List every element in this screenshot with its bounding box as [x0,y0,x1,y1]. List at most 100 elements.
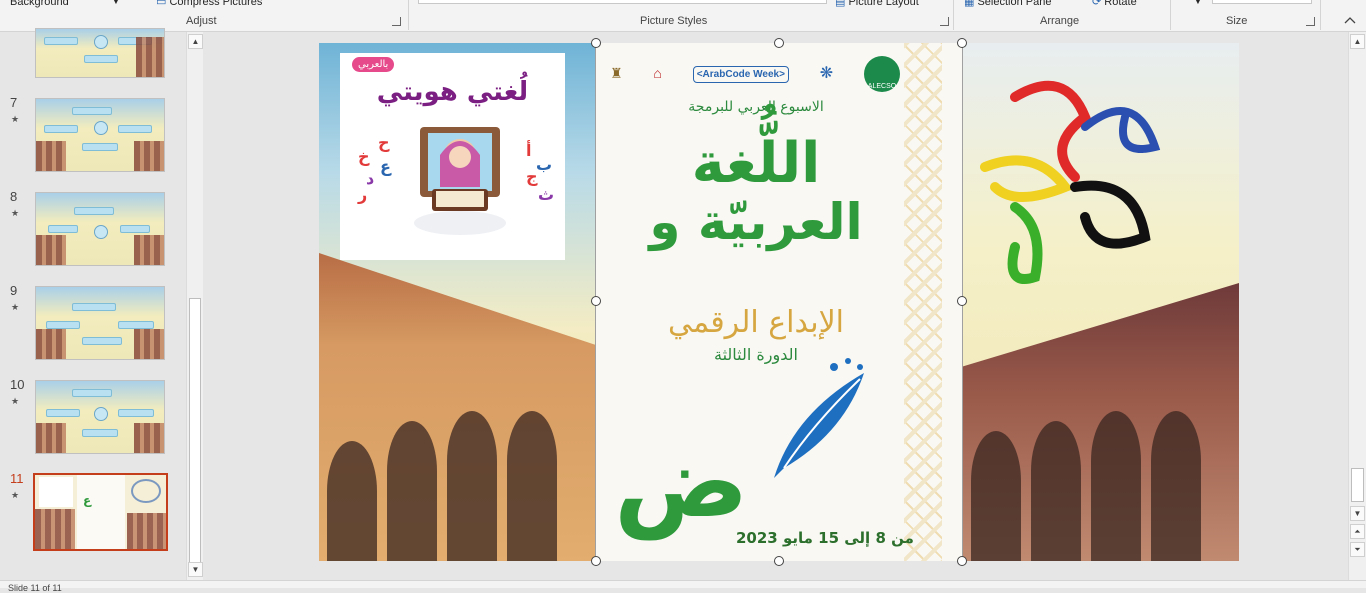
slide-thumbnail-6[interactable] [35,28,165,78]
ministry-logo-icon: ♜ [610,65,623,82]
slide-number: 8 [10,189,18,204]
resize-handle-bottom[interactable] [774,556,784,566]
letter-ba: ب [536,155,553,174]
selection-pane-button[interactable]: ▦ Selection Pane [964,0,1051,8]
thumb-arches [134,329,164,359]
letter-kha: خ [358,147,370,166]
picture-layout-button[interactable]: ▤ Picture Layout [835,0,919,8]
thumb-box [118,125,152,133]
slide-thumbnail-panel: 7 ★ 8 ★ 9 ★ 10 ★ 11 ★ ع [0,28,205,580]
width-input[interactable] [1212,0,1312,4]
animation-star-icon: ★ [11,208,20,218]
resize-handle-bottom-right[interactable] [957,556,967,566]
animation-star-icon: ★ [11,396,20,406]
calligraphy-letters-image [980,80,1161,284]
group-label-picture-styles: Picture Styles [640,15,708,27]
scroll-down-icon[interactable]: ▼ [188,562,203,577]
scroll-thumb[interactable] [1351,468,1364,502]
thumb-box [74,207,114,215]
picture-layout-icon: ▤ [835,0,846,8]
thumb-poster-text: ع [83,493,92,507]
group-divider [1320,0,1321,30]
compress-icon: ▭ [156,0,167,8]
thumb-circle [94,35,108,49]
previous-slide-icon[interactable]: ⏶ [1350,524,1365,539]
group-label-arrange: Arrange [1040,15,1080,27]
thumb-circle [94,407,108,421]
background-button[interactable]: Background [10,0,69,8]
thumb-box [118,321,154,329]
thumb-arches [36,235,66,265]
rotate-icon: ⟳ [1092,0,1102,8]
group-divider [408,0,409,30]
thumb-arches [127,513,166,549]
resize-handle-top-left[interactable] [591,38,601,48]
thumb-card [39,477,73,507]
slide-number: 7 [10,95,18,110]
letter-tha: ث [538,185,555,204]
slide-thumbnail-7[interactable] [35,98,165,172]
feather-icon [774,358,864,478]
resize-handle-left[interactable] [591,296,601,306]
picture-styles-launcher-icon[interactable] [940,17,949,26]
slide-counter: Slide 11 of 11 [8,583,62,593]
bridge-arches [319,401,597,561]
animation-star-icon: ★ [11,302,20,312]
picture-styles-gallery[interactable] [418,0,827,4]
thumb-box [46,409,80,417]
resize-handle-top[interactable] [774,38,784,48]
thumb-box [72,303,116,311]
size-launcher-icon[interactable] [1306,17,1315,26]
scroll-up-icon[interactable]: ▲ [188,34,203,49]
bridge-arches [963,401,1239,561]
thumb-box [120,225,150,233]
thumb-arches [36,141,66,171]
compress-pictures-button[interactable]: ▭ Compress Pictures [156,0,262,8]
thumb-circle [94,225,108,239]
poster-week-title: الاسبوع العربي للبرمجة [688,99,824,115]
slide-thumbnail-8[interactable] [35,192,165,266]
thumb-box [82,143,118,151]
scroll-thumb[interactable] [189,298,201,570]
thumbnail-scrollbar[interactable]: ▲ ▼ [186,32,203,580]
ribbon: Background ▼ ▭ Compress Pictures Adjust … [0,0,1366,32]
thumb-box [44,125,78,133]
thumb-box [48,225,78,233]
animation-star-icon: ★ [11,114,20,124]
slide-thumbnail-9[interactable] [35,286,165,360]
poster-headline-1: اللُّغة [691,131,821,196]
arabic-coding-week-poster[interactable]: ♜ ⌂ <ArabCode Week> ❋ ALECSO الاسبوع الع… [595,43,963,561]
scroll-down-icon[interactable]: ▼ [1350,506,1365,521]
adjust-launcher-icon[interactable] [392,17,401,26]
rotate-button[interactable]: ⟳ Rotate [1092,0,1137,8]
chevron-down-icon[interactable]: ▼ [1194,0,1202,6]
chevron-down-icon[interactable]: ▼ [112,0,120,6]
resize-handle-top-right[interactable] [957,38,967,48]
next-slide-icon[interactable]: ⏷ [1350,542,1365,557]
slide-thumbnail-10[interactable] [35,380,165,454]
slide-11[interactable]: بالعربي لُغتي هويتي أ ب ج ث ح خ ع د ر ♜ … [319,43,1239,561]
thumb-arches [35,509,75,549]
selection-pane-icon: ▦ [964,0,975,8]
thumb-arches [134,141,164,171]
selection-pane-label: Selection Pane [977,0,1052,8]
scroll-up-icon[interactable]: ▲ [1350,34,1365,49]
animation-star-icon: ★ [11,490,20,500]
resize-handle-bottom-left[interactable] [591,556,601,566]
collapse-ribbon-icon[interactable] [1342,12,1358,28]
poster-dad-letter: ض [614,423,749,540]
poster-logos: ♜ ⌂ <ArabCode Week> ❋ ALECSO [610,53,900,95]
resize-handle-right[interactable] [957,296,967,306]
compress-pictures-label: Compress Pictures [169,0,263,8]
slide-number: 11 [10,471,24,486]
group-divider [953,0,954,30]
letter-jim: ج [526,167,538,186]
slide-number: 9 [10,283,18,298]
canvas-scrollbar[interactable]: ▲ ▼ ⏶ ⏷ [1348,32,1366,580]
group-divider [1170,0,1171,30]
thumb-box [72,389,112,397]
slide-thumbnail-11[interactable]: ع [33,473,168,551]
status-bar: Slide 11 of 11 [0,580,1366,593]
lughati-huwiyati-image[interactable]: بالعربي لُغتي هويتي أ ب ج ث ح خ ع د ر [340,53,565,260]
thumb-circle [94,121,108,135]
